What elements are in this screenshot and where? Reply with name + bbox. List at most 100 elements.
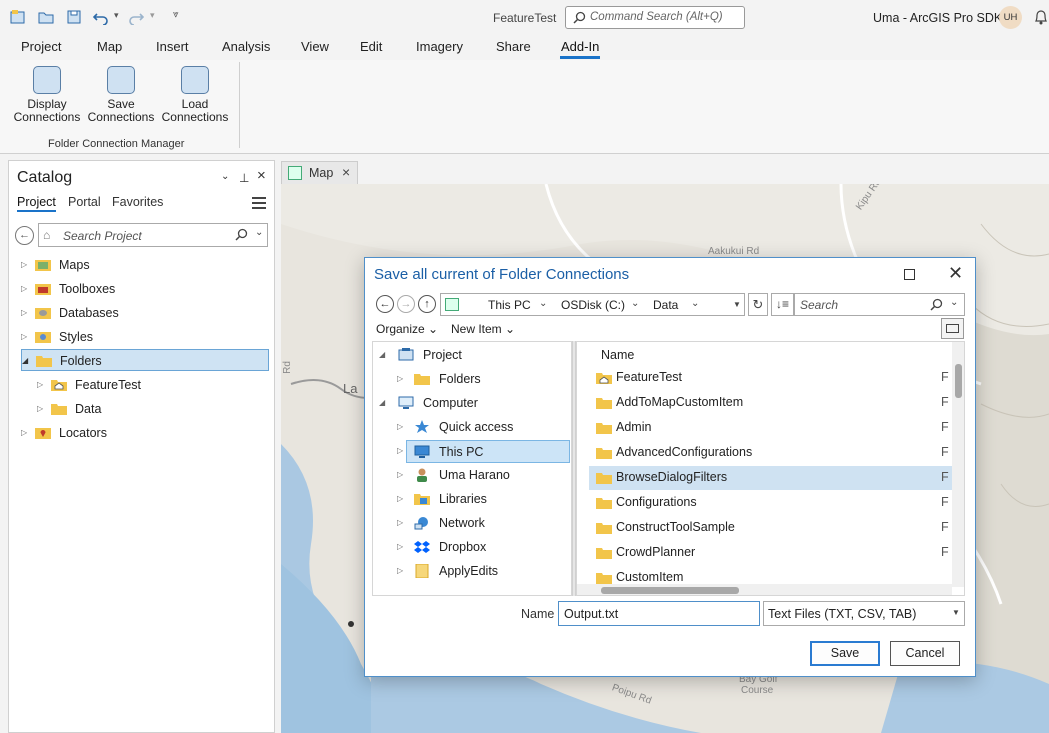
breadcrumb-osdisk[interactable]: OSDisk (C:) [561,298,625,312]
nav-item-folders[interactable]: ▷ Folders [373,368,571,391]
search-icon[interactable] [930,298,943,311]
file-row-selected[interactable]: BrowseDialogFilters F [589,466,952,490]
map-view-tab[interactable]: Map × [281,161,358,184]
cancel-button[interactable]: Cancel [890,641,960,666]
catalog-item-folders[interactable]: ◢ Folders [21,349,269,371]
open-project-icon[interactable] [38,9,54,25]
catalog-item-toolboxes[interactable]: ▷ Toolboxes [21,278,271,300]
catalog-tab-favorites[interactable]: Favorites [112,195,163,209]
tab-insert[interactable]: Insert [156,39,189,54]
scroll-thumb[interactable] [601,587,739,594]
refresh-icon[interactable]: ↻ [748,293,768,316]
save-project-icon[interactable] [66,9,82,25]
display-connections-button[interactable]: Display Connections [12,64,82,124]
file-row-featuretest[interactable]: FeatureTest F [589,366,952,390]
file-row[interactable]: ConstructToolSample F [589,516,952,540]
expand-arrow-icon[interactable]: ▷ [397,440,403,462]
expand-arrow-icon[interactable]: ▷ [21,254,33,276]
horizontal-scrollbar[interactable] [577,584,952,595]
bell-icon[interactable] [1034,9,1048,25]
tab-edit[interactable]: Edit [360,39,382,54]
nav-item-quick-access[interactable]: ▷ Quick access [373,416,571,439]
expand-arrow-icon[interactable]: ▷ [37,398,49,420]
close-icon[interactable]: × [342,164,350,180]
nav-item-network[interactable]: ▷ Network [373,512,571,535]
file-name-input[interactable] [558,601,760,626]
view-options-button[interactable] [941,318,964,339]
close-icon[interactable]: ✕ [948,263,963,284]
file-row[interactable]: AdvancedConfigurations F [589,441,952,465]
breadcrumb-data[interactable]: Data [653,298,678,312]
collapse-arrow-icon[interactable]: ◢ [22,350,34,372]
close-icon[interactable]: × [257,167,266,184]
menu-icon[interactable] [252,197,266,212]
load-connections-button[interactable]: Load Connections [160,64,230,124]
file-row[interactable]: CrowdPlanner F [589,541,952,565]
nav-item-project[interactable]: ◢ Project [373,344,571,367]
expand-arrow-icon[interactable]: ▷ [397,488,403,510]
back-icon[interactable]: ← [376,295,394,313]
nav-item-this-pc[interactable]: This PC [406,440,570,463]
new-project-icon[interactable] [10,9,26,25]
undo-dropdown-icon[interactable]: ▾ [114,10,119,21]
column-header-name[interactable]: Name [601,348,634,362]
maximize-icon[interactable] [904,269,915,280]
sort-icon[interactable]: ↓≡ [771,293,794,316]
tab-analysis[interactable]: Analysis [222,39,270,54]
user-name[interactable]: Uma - ArcGIS Pro SDK [873,11,1002,25]
save-connections-button[interactable]: Save Connections [86,64,156,124]
catalog-item-maps[interactable]: ▷ Maps [21,254,271,276]
expand-arrow-icon[interactable]: ▷ [397,464,403,486]
breadcrumb-this-pc[interactable]: This PC [488,298,531,312]
tab-add-in[interactable]: Add-In [559,39,601,59]
address-bar[interactable]: This PC ⌄ OSDisk (C:) ⌄ Data ⌄ ▼ [440,293,745,316]
tab-share[interactable]: Share [496,39,531,54]
collapse-arrow-icon[interactable]: ◢ [379,344,385,366]
expand-arrow-icon[interactable]: ▷ [397,368,403,390]
back-icon[interactable]: ← [15,226,34,245]
chevron-down-icon[interactable]: ⌄ [255,227,263,238]
expand-arrow-icon[interactable]: ▷ [397,536,403,558]
nav-item-libraries[interactable]: ▷ Libraries [373,488,571,511]
chevron-down-icon[interactable]: ⌄ [950,297,958,308]
nav-item-applyedits[interactable]: ▷ ApplyEdits [373,560,571,583]
chevron-down-icon[interactable]: ⌄ [631,298,639,309]
tab-view[interactable]: View [301,39,329,54]
redo-dropdown-icon[interactable]: ▾ [150,10,155,21]
expand-arrow-icon[interactable]: ▷ [37,374,49,396]
up-icon[interactable]: ↑ [418,295,436,313]
nav-item-computer[interactable]: ◢ Computer [373,392,571,415]
catalog-tab-project[interactable]: Project [17,195,56,212]
forward-icon[interactable]: → [397,295,415,313]
catalog-item-databases[interactable]: ▷ Databases [21,302,271,324]
chevron-down-icon[interactable]: ⌄ [691,298,699,309]
new-item-menu[interactable]: New Item ⌄ [451,322,515,336]
catalog-item-featuretest[interactable]: ▷ FeatureTest [37,374,271,396]
file-row[interactable]: CustomItem [589,566,952,584]
catalog-item-data[interactable]: ▷ Data [37,398,271,420]
customize-qat-icon[interactable]: ⩔ [173,9,179,20]
vertical-scrollbar[interactable] [952,342,964,587]
chevron-down-icon[interactable]: ⌄ [539,298,547,309]
save-button[interactable]: Save [810,641,880,666]
expand-arrow-icon[interactable]: ▷ [21,326,33,348]
expand-arrow-icon[interactable]: ▷ [397,416,403,438]
undo-icon[interactable] [93,9,109,25]
pin-icon[interactable]: ⊥ [239,171,249,185]
organize-menu[interactable]: Organize ⌄ [376,322,438,336]
home-icon[interactable]: ⌂ [43,228,50,242]
expand-arrow-icon[interactable]: ▷ [397,560,403,582]
command-search-input[interactable]: Command Search (Alt+Q) [565,6,745,29]
file-row[interactable]: Admin F [589,416,952,440]
catalog-item-locators[interactable]: ▷ Locators [21,422,271,444]
scroll-thumb[interactable] [955,364,962,398]
dialog-search-input[interactable]: Search ⌄ [794,293,965,316]
expand-arrow-icon[interactable]: ▷ [21,422,33,444]
tab-imagery[interactable]: Imagery [416,39,463,54]
collapse-arrow-icon[interactable]: ◢ [379,392,385,414]
avatar[interactable]: UH [999,6,1022,29]
catalog-tab-portal[interactable]: Portal [68,195,101,209]
expand-arrow-icon[interactable]: ▷ [21,278,33,300]
nav-item-dropbox[interactable]: ▷ Dropbox [373,536,571,559]
expand-arrow-icon[interactable]: ▷ [21,302,33,324]
